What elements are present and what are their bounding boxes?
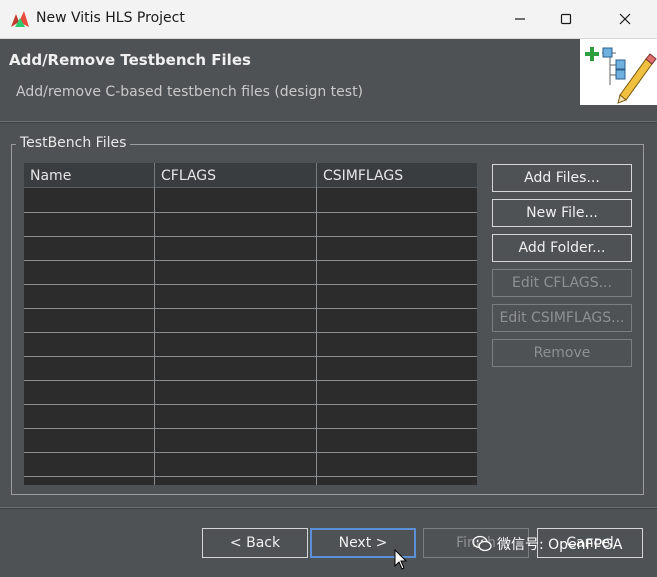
- empty-row-line: [24, 236, 477, 237]
- table-header: Name CFLAGS CSIMFLAGS: [24, 163, 477, 188]
- remove-button[interactable]: Remove: [492, 339, 632, 367]
- column-divider: [316, 188, 317, 485]
- add-files-button[interactable]: Add Files...: [492, 164, 632, 192]
- empty-row-line: [24, 332, 477, 333]
- column-header-cflags[interactable]: CFLAGS: [154, 163, 316, 188]
- empty-row-line: [24, 284, 477, 285]
- minimize-button[interactable]: [497, 0, 543, 38]
- page-description: Add/remove C-based testbench files (desi…: [16, 84, 364, 100]
- column-divider: [154, 188, 155, 485]
- close-icon: [619, 13, 631, 25]
- edit-csimflags-button[interactable]: Edit CSIMFLAGS...: [492, 304, 632, 332]
- column-header-csimflags[interactable]: CSIMFLAGS: [316, 163, 477, 188]
- testbench-files-table[interactable]: Name CFLAGS CSIMFLAGS: [24, 163, 477, 485]
- minimize-icon: [515, 18, 525, 20]
- back-button[interactable]: < Back: [202, 528, 308, 558]
- empty-row-line: [24, 404, 477, 405]
- watermark-text: 微信号: OpenFPGA: [497, 537, 623, 553]
- empty-row-line: [24, 380, 477, 381]
- wechat-icon: [472, 535, 492, 552]
- empty-row-line: [24, 212, 477, 213]
- empty-row-line: [24, 476, 477, 477]
- wizard-banner-image: [580, 39, 657, 105]
- edit-cflags-button[interactable]: Edit CFLAGS...: [492, 269, 632, 297]
- column-header-name[interactable]: Name: [24, 163, 154, 188]
- page-title: Add/Remove Testbench Files: [9, 51, 251, 69]
- footer-separator: [0, 507, 657, 509]
- close-button[interactable]: [602, 0, 648, 38]
- empty-row-line: [24, 260, 477, 261]
- window-title: New Vitis HLS Project: [36, 10, 185, 26]
- mouse-cursor-icon: [394, 549, 408, 570]
- watermark: 微信号: OpenFPGA: [472, 534, 622, 554]
- wizard-header: Add/Remove Testbench Files Add/remove C-…: [0, 39, 657, 121]
- add-files-wizard-icon: [585, 47, 657, 104]
- title-bar: New Vitis HLS Project: [0, 0, 657, 39]
- maximize-icon: [560, 13, 572, 25]
- vitis-app-icon: [11, 11, 29, 27]
- empty-row-line: [24, 452, 477, 453]
- add-folder-button[interactable]: Add Folder...: [492, 234, 632, 262]
- new-file-button[interactable]: New File...: [492, 199, 632, 227]
- empty-row-line: [24, 356, 477, 357]
- empty-row-line: [24, 428, 477, 429]
- empty-row-line: [24, 308, 477, 309]
- group-label: TestBench Files: [16, 135, 131, 151]
- header-separator: [0, 121, 657, 123]
- maximize-button[interactable]: [543, 0, 589, 38]
